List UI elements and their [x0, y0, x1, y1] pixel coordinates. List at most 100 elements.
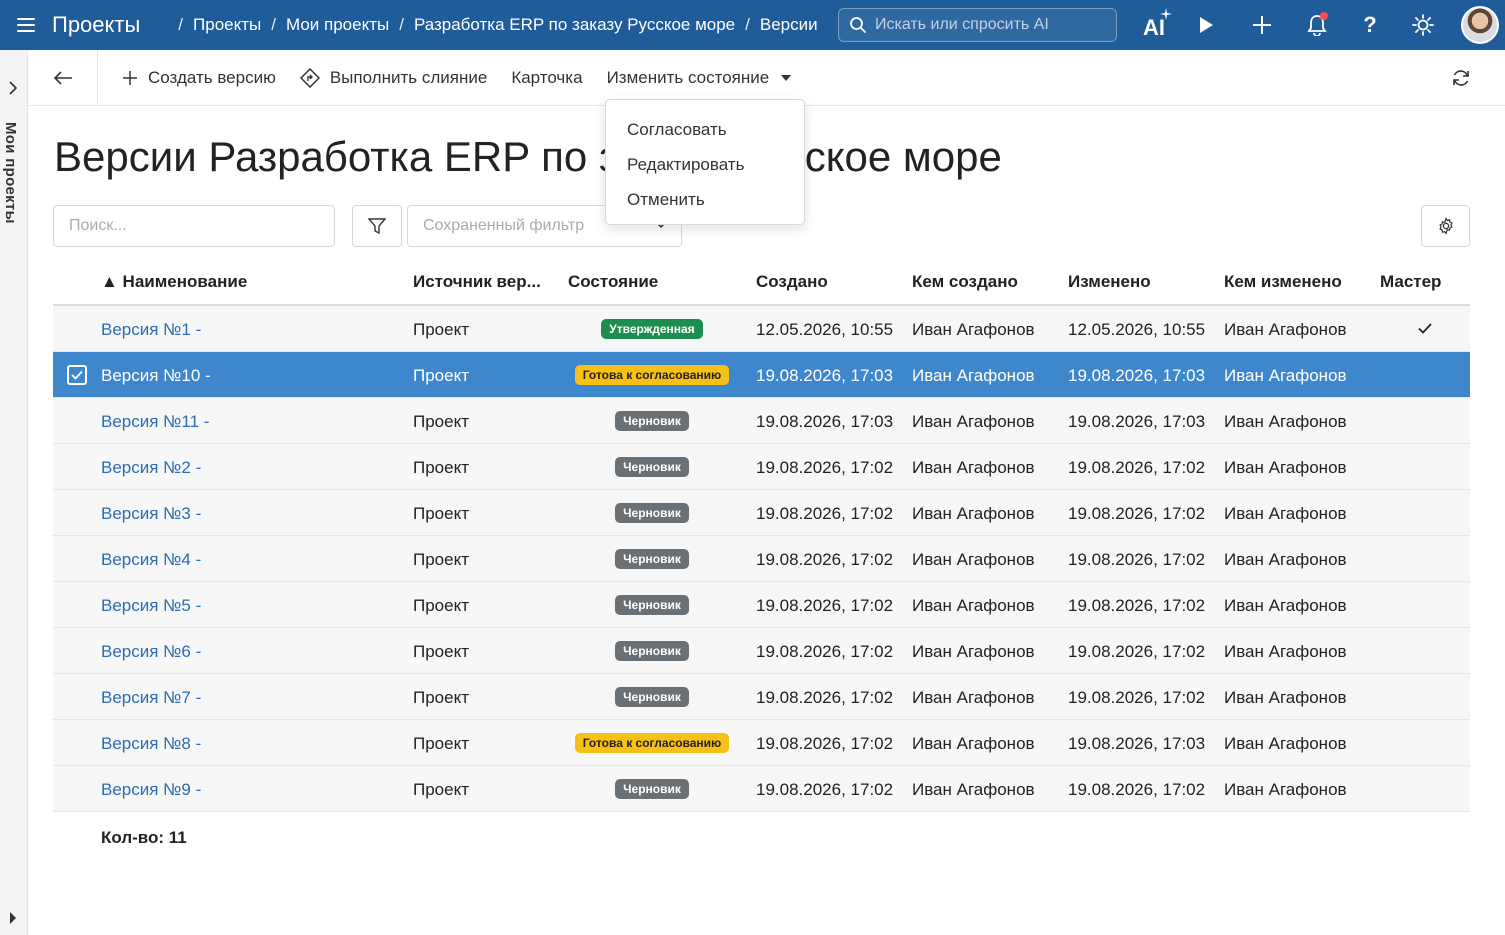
- modified-by-cell: Иван Агафонов: [1224, 319, 1347, 339]
- sun-icon[interactable]: [1406, 8, 1440, 42]
- version-name-link[interactable]: Версия №9 -: [101, 780, 201, 799]
- column-header-name[interactable]: ▲ Наименование: [101, 272, 413, 292]
- create-version-button[interactable]: Создать версию: [122, 68, 276, 88]
- chevron-right-icon[interactable]: [7, 80, 19, 96]
- table-row[interactable]: Версия №1 - Проект Утвержденная 12.05.2026,…: [53, 306, 1470, 352]
- modified-cell: 19.08.2026, 17:02: [1068, 549, 1206, 569]
- search-icon: [850, 17, 866, 33]
- column-header-source[interactable]: Источник вер...: [413, 272, 568, 292]
- breadcrumb-item-versions[interactable]: Версии: [760, 15, 818, 35]
- help-icon[interactable]: ?: [1353, 8, 1387, 42]
- create-version-label: Создать версию: [148, 67, 276, 87]
- column-header-created[interactable]: Создано: [756, 272, 912, 292]
- plus-icon[interactable]: [1245, 8, 1279, 42]
- modified-by-cell: Иван Агафонов: [1224, 687, 1347, 707]
- modified-by-cell: Иван Агафонов: [1224, 595, 1347, 615]
- table-row[interactable]: Версия №10 - Проект Готова к согласованию 1…: [53, 352, 1470, 398]
- breadcrumb-separator: /: [178, 15, 184, 34]
- row-count: Кол-во: 11: [101, 828, 187, 847]
- app-title[interactable]: Проекты: [52, 12, 140, 38]
- version-name-link[interactable]: Версия №3 -: [101, 504, 201, 523]
- card-label: Карточка: [511, 67, 583, 87]
- version-name-link[interactable]: Версия №2 -: [101, 458, 201, 477]
- table-settings-button[interactable]: [1421, 205, 1470, 247]
- version-name-link[interactable]: Версия №4 -: [101, 550, 201, 569]
- versions-table: ▲ Наименование Источник вер... Состояние…: [53, 260, 1470, 812]
- table-row[interactable]: Версия №7 - Проект Черновик 19.08.2026, 17:…: [53, 674, 1470, 720]
- source-cell: Проект: [413, 457, 469, 477]
- status-badge: Черновик: [615, 456, 689, 477]
- version-name-link[interactable]: Версия №7 -: [101, 688, 201, 707]
- table-row[interactable]: Версия №11 - Проект Черновик 19.08.2026, 17…: [53, 398, 1470, 444]
- table-row[interactable]: Версия №6 - Проект Черновик 19.08.2026, 17:…: [53, 628, 1470, 674]
- table-row[interactable]: Версия №2 - Проект Черновик 19.08.2026, 17:…: [53, 444, 1470, 490]
- breadcrumb-item-projects[interactable]: Проекты: [193, 15, 261, 35]
- column-header-state[interactable]: Состояние: [568, 272, 756, 292]
- chevron-right-icon[interactable]: [7, 910, 19, 926]
- created-by-cell: Иван Агафонов: [912, 641, 1035, 661]
- column-header-created-by[interactable]: Кем создано: [912, 272, 1068, 292]
- merge-button[interactable]: Выполнить слияние: [299, 67, 487, 88]
- version-name-link[interactable]: Версия №10 -: [101, 366, 211, 385]
- column-header-modified[interactable]: Изменено: [1068, 272, 1224, 292]
- modified-cell: 12.05.2026, 10:55: [1068, 319, 1206, 339]
- source-cell: Проект: [413, 641, 469, 661]
- gear-icon: [1438, 217, 1453, 235]
- change-state-button[interactable]: Изменить состояние: [607, 68, 792, 88]
- version-name-link[interactable]: Версия №11 -: [101, 412, 209, 431]
- version-name-link[interactable]: Версия №1 -: [101, 320, 201, 339]
- breadcrumb-separator: /: [271, 15, 276, 34]
- search-placeholder: Поиск...: [69, 217, 127, 234]
- play-icon[interactable]: [1189, 8, 1223, 42]
- breadcrumb-item-project[interactable]: Разработка ERP по заказу Русское море: [414, 15, 735, 35]
- filter-button[interactable]: [352, 205, 402, 247]
- back-button[interactable]: [28, 49, 98, 106]
- avatar[interactable]: [1461, 6, 1499, 44]
- table-row[interactable]: Версия №3 - Проект Черновик 19.08.2026, 17:…: [53, 490, 1470, 536]
- modified-by-cell: Иван Агафонов: [1224, 779, 1347, 799]
- column-header-modified-by[interactable]: Кем изменено: [1224, 272, 1380, 292]
- source-cell: Проект: [413, 411, 469, 431]
- status-badge: Черновик: [615, 594, 689, 615]
- created-by-cell: Иван Агафонов: [912, 549, 1035, 569]
- filter-icon: [368, 218, 386, 235]
- toolbar: Создать версию Выполнить слияние Карточк…: [28, 49, 1505, 106]
- menu-item-cancel[interactable]: Отменить: [606, 182, 804, 217]
- version-name-link[interactable]: Версия №6 -: [101, 642, 201, 661]
- source-cell: Проект: [413, 687, 469, 707]
- created-cell: 19.08.2026, 17:02: [756, 641, 894, 661]
- status-badge: Готова к согласованию: [574, 732, 730, 753]
- column-header-master[interactable]: Мастер: [1380, 272, 1470, 292]
- row-select-cell[interactable]: [53, 364, 101, 385]
- breadcrumb-separator: /: [399, 15, 404, 34]
- version-name-link[interactable]: Версия №5 -: [101, 596, 201, 615]
- global-search-input[interactable]: Искать или спросить AI: [838, 8, 1117, 42]
- modified-by-cell: Иван Агафонов: [1224, 733, 1347, 753]
- bell-icon[interactable]: [1300, 8, 1334, 42]
- ai-button[interactable]: AI: [1134, 8, 1174, 42]
- refresh-icon[interactable]: [1451, 68, 1471, 88]
- version-name-link[interactable]: Версия №8 -: [101, 734, 201, 753]
- table-row[interactable]: Версия №9 - Проект Черновик 19.08.2026, 17:…: [53, 766, 1470, 812]
- menu-icon[interactable]: [0, 0, 52, 50]
- row-checkbox[interactable]: [67, 364, 87, 385]
- card-button[interactable]: Карточка: [511, 68, 582, 88]
- created-cell: 19.08.2026, 17:02: [756, 549, 894, 569]
- modified-cell: 19.08.2026, 17:02: [1068, 503, 1206, 523]
- table-row[interactable]: Версия №8 - Проект Готова к согласованию 19…: [53, 720, 1470, 766]
- table-row[interactable]: Версия №4 - Проект Черновик 19.08.2026, 17:…: [53, 536, 1470, 582]
- menu-item-approve[interactable]: Согласовать: [606, 112, 804, 147]
- status-badge: Черновик: [615, 548, 689, 569]
- source-cell: Проект: [413, 319, 469, 339]
- top-bar: Проекты / Проекты / Мои проекты / Разраб…: [0, 0, 1505, 50]
- created-by-cell: Иван Агафонов: [912, 319, 1035, 339]
- source-cell: Проект: [413, 733, 469, 753]
- table-row[interactable]: Версия №5 - Проект Черновик 19.08.2026, 17:…: [53, 582, 1470, 628]
- created-cell: 19.08.2026, 17:02: [756, 503, 894, 523]
- breadcrumb-item-my-projects[interactable]: Мои проекты: [286, 15, 389, 35]
- created-by-cell: Иван Агафонов: [912, 457, 1035, 477]
- change-state-menu: Согласовать Редактировать Отменить: [605, 99, 805, 225]
- sidebar-label[interactable]: Мои проекты: [2, 122, 19, 224]
- menu-item-edit[interactable]: Редактировать: [606, 147, 804, 182]
- search-input[interactable]: Поиск...: [53, 205, 335, 247]
